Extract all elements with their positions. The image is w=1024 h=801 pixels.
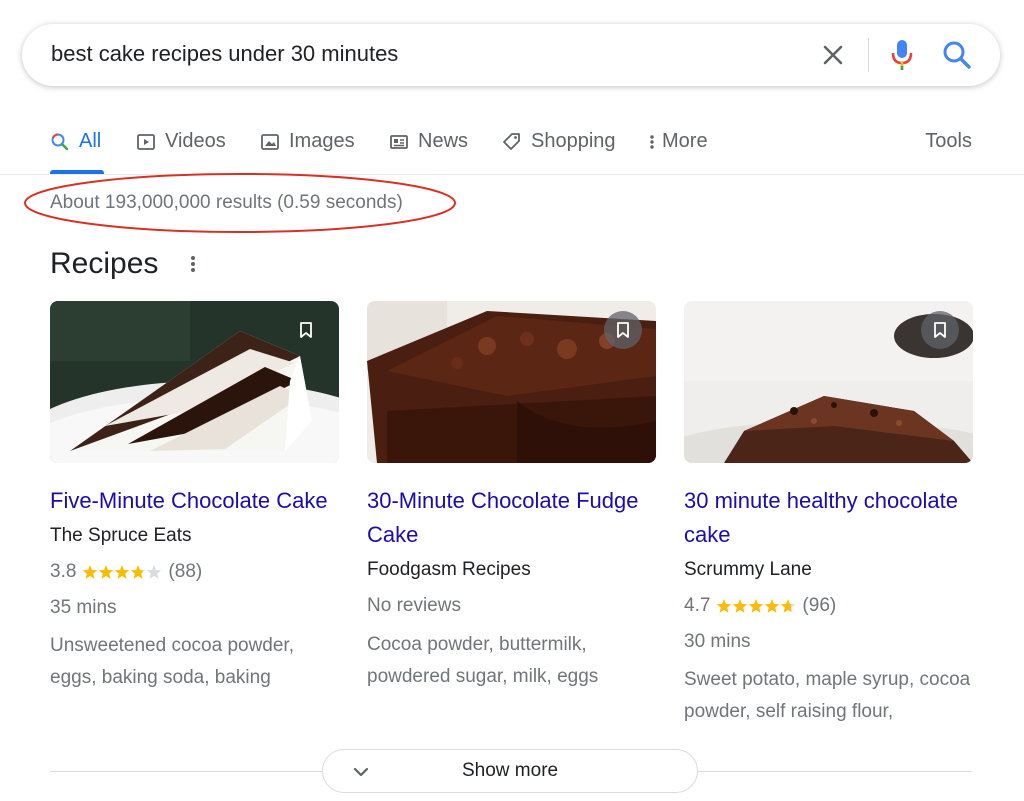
chevron-down-icon: [351, 762, 371, 787]
rating-value: 3.8: [50, 561, 77, 582]
recipe-card[interactable]: 30-Minute Chocolate Fudge Cake Foodgasm …: [367, 301, 657, 693]
recipe-time: 30 mins: [684, 631, 751, 652]
recipe-source: Foodgasm Recipes: [367, 559, 531, 580]
search-tabs: All Videos Images News Shopping More Too…: [0, 118, 1024, 175]
recipe-image[interactable]: [367, 301, 656, 463]
recipe-rating: 4.7 (96): [684, 593, 974, 619]
recipes-heading: Recipes: [50, 247, 159, 280]
show-more-label: Show more: [462, 760, 559, 781]
image-icon: [260, 132, 280, 158]
recipe-card[interactable]: 30 minute healthy chocolate cake Scrummy…: [684, 301, 974, 728]
recipe-ingredients: Unsweetened cocoa powder, eggs, baking s…: [50, 635, 294, 688]
microphone-icon[interactable]: [888, 38, 916, 72]
tab-all[interactable]: All: [50, 130, 104, 174]
no-reviews-label: No reviews: [367, 595, 461, 616]
more-vertical-icon[interactable]: [186, 252, 200, 281]
tab-label: Images: [289, 130, 355, 152]
tools-button[interactable]: Tools: [925, 130, 972, 153]
bookmark-icon[interactable]: [921, 311, 959, 349]
recipe-title[interactable]: Five-Minute Chocolate Cake: [50, 484, 340, 518]
tab-label: Shopping: [531, 130, 616, 152]
recipe-source: Scrummy Lane: [684, 559, 812, 580]
star-icon: [131, 565, 146, 579]
recipe-ingredients: Sweet potato, maple syrup, cocoa powder,…: [684, 669, 971, 722]
tab-label: All: [79, 130, 102, 152]
highlight-ellipse: [24, 173, 456, 233]
bookmark-icon[interactable]: [604, 311, 642, 349]
search-divider: [868, 38, 869, 72]
tag-icon: [502, 132, 522, 158]
tab-label: Videos: [165, 130, 226, 152]
star-icon: [749, 599, 764, 613]
star-icon: [765, 599, 780, 613]
recipe-title[interactable]: 30-Minute Chocolate Fudge Cake: [367, 484, 657, 552]
recipe-card[interactable]: Five-Minute Chocolate Cake The Spruce Ea…: [50, 301, 340, 694]
review-count: (88): [168, 561, 203, 582]
tab-label: News: [418, 130, 469, 152]
search-icon: [50, 132, 70, 158]
star-icon: [147, 565, 162, 579]
search-input[interactable]: best cake recipes under 30 minutes: [51, 41, 398, 67]
recipe-ingredients: Cocoa powder, buttermilk, powdered sugar…: [367, 634, 599, 687]
rating-stars: [716, 598, 796, 614]
news-icon: [389, 132, 409, 158]
tab-news[interactable]: News: [389, 130, 468, 174]
show-more-button[interactable]: Show more: [322, 749, 698, 793]
recipe-image[interactable]: [684, 301, 973, 463]
bookmark-icon[interactable]: [287, 311, 325, 349]
recipe-image[interactable]: [50, 301, 339, 463]
play-icon: [136, 132, 156, 158]
more-vertical-icon: [648, 132, 656, 158]
tab-label: More: [662, 130, 708, 152]
tab-shopping[interactable]: Shopping: [502, 130, 616, 174]
search-icon[interactable]: [940, 38, 974, 72]
recipe-title[interactable]: 30 minute healthy chocolate cake: [684, 484, 974, 552]
tab-more[interactable]: More: [648, 130, 708, 174]
rating-stars: [82, 564, 162, 580]
star-icon: [717, 599, 732, 613]
tab-images[interactable]: Images: [260, 130, 355, 174]
review-count: (96): [802, 595, 837, 616]
star-icon: [115, 565, 130, 579]
recipe-rating: 3.8 (88): [50, 559, 340, 585]
close-icon[interactable]: [820, 42, 846, 68]
tab-videos[interactable]: Videos: [136, 130, 226, 174]
star-icon: [781, 599, 796, 613]
search-bar[interactable]: best cake recipes under 30 minutes: [22, 24, 1000, 86]
star-icon: [733, 599, 748, 613]
recipe-time: 35 mins: [50, 597, 117, 618]
star-icon: [99, 565, 114, 579]
recipe-source: The Spruce Eats: [50, 525, 192, 546]
star-icon: [83, 565, 98, 579]
rating-value: 4.7: [684, 595, 711, 616]
